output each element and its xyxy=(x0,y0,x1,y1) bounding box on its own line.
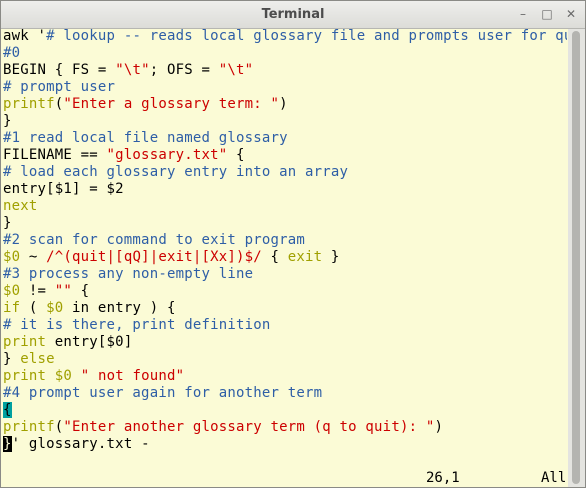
code-token: "\t" xyxy=(115,62,150,78)
window-title: Terminal xyxy=(261,7,325,22)
close-icon[interactable]: ✕ xyxy=(564,7,578,21)
code-token: # it is there, print definition xyxy=(3,317,271,333)
code-token: } xyxy=(3,113,12,129)
code-line: } xyxy=(3,113,567,130)
code-token: # lookup -- reads local glossary file an… xyxy=(46,28,567,44)
code-token: #4 prompt user again for another term xyxy=(3,385,323,401)
code-token: BEGIN { FS = xyxy=(3,62,116,78)
code-token: print xyxy=(3,334,47,350)
code-token: != xyxy=(20,283,55,299)
code-token: #3 process any non-empty line xyxy=(3,266,254,282)
code-token: if xyxy=(3,300,21,316)
code-line: { xyxy=(3,402,567,419)
code-token: entry[$1] = $2 xyxy=(3,181,124,197)
code-token: ( xyxy=(20,300,47,316)
code-token: print xyxy=(3,368,47,384)
code-line: $0 != "" { xyxy=(3,283,567,300)
code-line: #4 prompt user again for another term xyxy=(3,385,567,402)
code-line: printf("Enter another glossary term (q t… xyxy=(3,419,567,436)
text-cursor: { xyxy=(3,402,12,418)
code-line: #3 process any non-empty line xyxy=(3,266,567,283)
code-line: $0 ~ /^(quit|[qQ]|exit|[Xx])$/ { exit } xyxy=(3,249,567,266)
code-line: print $0 " not found" xyxy=(3,368,567,385)
code-line: printf("Enter a glossary term: ") xyxy=(3,96,567,113)
code-token: awk ' xyxy=(3,28,47,44)
code-token: printf xyxy=(3,96,55,112)
minimize-icon[interactable]: – xyxy=(516,7,530,21)
title-bar[interactable]: Terminal – □ ✕ xyxy=(1,1,585,29)
cursor-position: 26,1 xyxy=(426,470,460,486)
code-token: entry[$0] xyxy=(46,334,133,350)
code-token: # load each glossary entry into an array xyxy=(3,164,349,180)
code-token: "\t" xyxy=(218,62,254,78)
code-token: #1 read local file named glossary xyxy=(3,130,288,146)
code-token: { xyxy=(261,249,288,265)
code-line: if ( $0 in entry ) { xyxy=(3,300,567,317)
code-token: } xyxy=(322,249,340,265)
code-token: } xyxy=(3,351,21,367)
scrollbar[interactable] xyxy=(568,29,585,487)
code-line: # it is there, print definition xyxy=(3,317,567,334)
code-line: awk '# lookup -- reads local glossary fi… xyxy=(3,28,567,45)
code-line: }' glossary.txt - xyxy=(3,436,567,453)
code-token: $0 xyxy=(54,368,73,384)
code-token: $0 xyxy=(46,300,64,316)
code-line: } else xyxy=(3,351,567,368)
code-token: #2 scan for command to exit program xyxy=(3,232,306,248)
code-line: print entry[$0] xyxy=(3,334,567,351)
code-token: { xyxy=(72,283,90,299)
code-token: "Enter another glossary term (q to quit)… xyxy=(63,419,435,435)
code-token: ; OFS = xyxy=(149,62,219,78)
code-line: next xyxy=(3,198,567,215)
scrollbar-thumb[interactable] xyxy=(572,31,580,484)
code-token: exit xyxy=(287,249,323,265)
code-token: $0 xyxy=(3,283,21,299)
code-line: #1 read local file named glossary xyxy=(3,130,567,147)
code-token: "" xyxy=(54,283,73,299)
code-token: " not found" xyxy=(80,368,185,384)
code-token: in entry ) { xyxy=(63,300,176,316)
code-token: # prompt user xyxy=(3,79,116,95)
code-token: else xyxy=(20,351,55,367)
code-line: #0 xyxy=(3,45,567,62)
code-line: } xyxy=(3,215,567,232)
code-token: ~ xyxy=(20,249,47,265)
code-token: FILENAME == xyxy=(3,147,107,163)
code-token: ) xyxy=(279,96,288,112)
code-token: ) xyxy=(434,419,444,435)
code-token: { xyxy=(227,147,245,163)
maximize-icon[interactable]: □ xyxy=(540,7,554,21)
text-cursor: } xyxy=(3,436,12,452)
terminal-window: Terminal – □ ✕ awk '# lookup -- reads lo… xyxy=(0,0,586,488)
code-token: } xyxy=(3,215,12,231)
code-line: # prompt user xyxy=(3,79,567,96)
code-token: $0 xyxy=(3,249,21,265)
code-line: entry[$1] = $2 xyxy=(3,181,567,198)
code-token: "Enter a glossary term: " xyxy=(63,96,280,112)
code-token: printf xyxy=(3,419,55,435)
code-token: "glossary.txt" xyxy=(106,147,228,163)
code-token: next xyxy=(3,198,38,214)
code-token: /^(quit|[qQ]|exit|[Xx])$/ xyxy=(46,249,262,265)
code-token: ' glossary.txt - xyxy=(11,436,150,452)
code-line: #2 scan for command to exit program xyxy=(3,232,567,249)
editor-text-area[interactable]: awk '# lookup -- reads local glossary fi… xyxy=(3,28,567,468)
code-line: FILENAME == "glossary.txt" { xyxy=(3,147,567,164)
scroll-indicator: All xyxy=(541,470,567,486)
code-token: #0 xyxy=(3,45,21,61)
vim-status-line: 26,1 All xyxy=(3,470,567,487)
code-line: # load each glossary entry into an array xyxy=(3,164,567,181)
code-line: BEGIN { FS = "\t"; OFS = "\t" xyxy=(3,62,567,79)
